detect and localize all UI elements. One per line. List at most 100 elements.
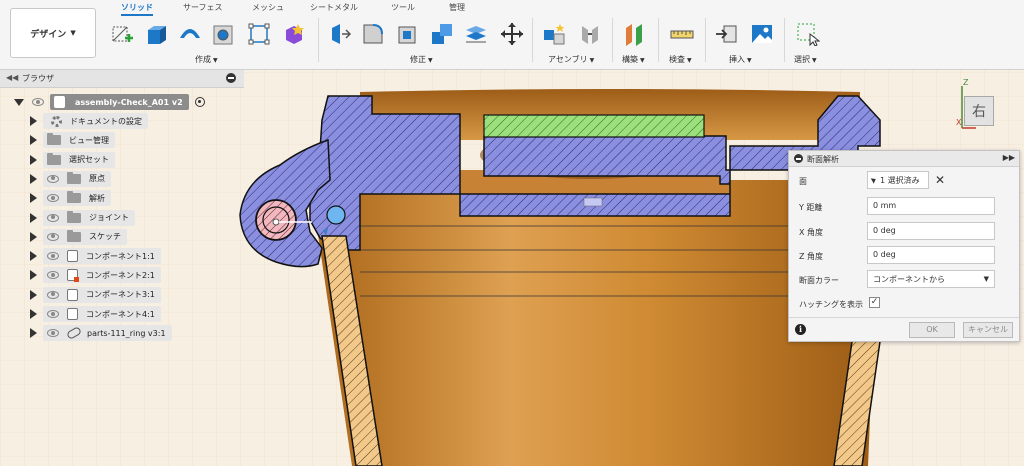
visibility-eye-icon[interactable]: [47, 290, 59, 299]
group-select[interactable]: 選択 ▼: [794, 54, 817, 65]
toolbar-separator: [612, 18, 613, 62]
collapse-triangle-icon[interactable]: [14, 98, 24, 106]
tree-item[interactable]: コンポーネント1:1: [30, 247, 161, 265]
visibility-eye-icon[interactable]: [47, 194, 59, 203]
tree-item[interactable]: スケッチ: [30, 228, 127, 246]
group-assemble[interactable]: アセンブリ ▼: [548, 54, 594, 65]
visibility-eye-icon[interactable]: [47, 271, 59, 280]
tab-manage[interactable]: 管理: [449, 2, 465, 13]
expand-triangle-icon[interactable]: [30, 212, 37, 223]
split-body-icon[interactable]: [464, 22, 488, 46]
group-create[interactable]: 作成 ▼: [195, 54, 218, 65]
axis-x-label: X: [956, 118, 962, 127]
revolve-icon[interactable]: [178, 22, 202, 46]
x-angle-input[interactable]: 0 deg: [867, 222, 995, 240]
visibility-eye-icon[interactable]: [47, 329, 59, 338]
create-sketch-icon[interactable]: [110, 22, 134, 46]
face-select-button[interactable]: 1 選択済み: [867, 171, 929, 189]
visibility-eye-icon[interactable]: [47, 252, 59, 261]
group-construct[interactable]: 構築 ▼: [622, 54, 645, 65]
press-pull-icon[interactable]: [328, 22, 352, 46]
group-insert[interactable]: 挿入 ▼: [729, 54, 752, 65]
expand-triangle-icon[interactable]: [30, 328, 37, 339]
tree-item[interactable]: ビュー管理: [30, 131, 115, 149]
visibility-eye-icon[interactable]: [47, 174, 59, 183]
visibility-eye-icon[interactable]: [47, 232, 59, 241]
expand-triangle-icon[interactable]: [30, 173, 37, 184]
visibility-eye-icon[interactable]: [47, 310, 59, 318]
tree-item[interactable]: コンポーネント2:1: [30, 266, 161, 284]
clear-selection-icon[interactable]: ✕: [935, 173, 945, 187]
collapse-panel-icon[interactable]: ◀◀: [6, 73, 18, 82]
expand-dialog-icon[interactable]: ▶▶: [1003, 153, 1015, 162]
group-modify[interactable]: 修正 ▼: [410, 54, 433, 65]
shell-icon[interactable]: [396, 22, 420, 46]
tree-item[interactable]: 解析: [30, 189, 111, 207]
tab-surface[interactable]: サーフェス: [183, 2, 223, 13]
tree-item[interactable]: ドキュメントの設定: [30, 112, 148, 130]
folder-icon: [47, 133, 61, 146]
tree-item[interactable]: コンポーネント3:1: [30, 286, 161, 304]
insert-image-icon[interactable]: [750, 22, 774, 46]
extrude-icon[interactable]: [144, 22, 168, 46]
tree-item[interactable]: 原点: [30, 170, 111, 188]
tab-sheet-metal[interactable]: シートメタル: [310, 2, 358, 13]
expand-triangle-icon[interactable]: [30, 154, 37, 165]
tab-tools[interactable]: ツール: [391, 2, 415, 13]
group-inspect[interactable]: 検査 ▼: [669, 54, 692, 65]
hole-icon[interactable]: [212, 22, 236, 46]
workspace-switcher[interactable]: デザイン ▼: [10, 8, 96, 58]
root-label: assembly-Check_A01 v2: [75, 97, 183, 107]
tree-item-label: 解析: [89, 193, 105, 203]
expand-triangle-icon[interactable]: [30, 193, 37, 204]
expand-triangle-icon[interactable]: [30, 135, 37, 146]
component-icon: [67, 288, 78, 301]
cancel-button[interactable]: キャンセル: [963, 322, 1013, 338]
select-icon[interactable]: [796, 22, 820, 46]
activate-radio-icon[interactable]: [194, 97, 205, 107]
expand-triangle-icon[interactable]: [30, 270, 37, 281]
show-hatch-checkbox[interactable]: ✓: [869, 297, 880, 308]
tree-item[interactable]: ジョイント: [30, 209, 135, 227]
joint-icon[interactable]: [578, 22, 602, 46]
pattern-icon[interactable]: [247, 22, 271, 46]
fillet-icon[interactable]: [361, 22, 385, 46]
info-icon[interactable]: i: [795, 324, 806, 335]
tab-mesh[interactable]: メッシュ: [252, 2, 284, 13]
tab-solid[interactable]: ソリッド: [121, 2, 153, 16]
y-distance-label: Y 距離: [799, 203, 823, 212]
folder-icon: [67, 210, 81, 223]
expand-triangle-icon[interactable]: [30, 309, 37, 319]
offset-plane-icon[interactable]: [622, 22, 646, 46]
component-icon: [67, 250, 78, 263]
view-cube[interactable]: Z X 右: [946, 72, 1016, 142]
tree-item[interactable]: コンポーネント4:1: [30, 305, 161, 323]
move-icon[interactable]: [500, 22, 524, 46]
create-form-icon[interactable]: [282, 22, 306, 46]
cube-face-right[interactable]: 右: [964, 96, 994, 126]
expand-triangle-icon[interactable]: [30, 289, 37, 300]
minimize-panel-icon[interactable]: [226, 73, 236, 83]
tree-item[interactable]: parts-111_ring v3:1: [30, 324, 172, 342]
tree-item-label: ドキュメントの設定: [70, 116, 142, 126]
y-distance-input[interactable]: 0 mm: [867, 197, 995, 215]
ok-button[interactable]: OK: [909, 322, 955, 338]
measure-icon[interactable]: [670, 22, 694, 46]
new-component-icon[interactable]: [542, 22, 566, 46]
expand-triangle-icon[interactable]: [30, 116, 37, 126]
visibility-eye-icon[interactable]: [32, 98, 44, 106]
visibility-eye-icon[interactable]: [47, 213, 59, 222]
insert-derive-icon[interactable]: [714, 22, 738, 46]
minimize-dialog-icon[interactable]: [794, 154, 803, 163]
folder-icon: [67, 191, 81, 204]
tree-item-label: コンポーネント3:1: [86, 290, 155, 300]
tree-item[interactable]: 選択セット: [30, 151, 115, 169]
tree-item-label: ビュー管理: [69, 135, 109, 145]
section-color-select[interactable]: コンポーネントから ▼: [867, 270, 995, 288]
z-angle-input[interactable]: 0 deg: [867, 246, 995, 264]
tree-root[interactable]: assembly-Check_A01 v2: [14, 93, 205, 111]
expand-triangle-icon[interactable]: [30, 231, 37, 242]
combine-icon[interactable]: [430, 22, 454, 46]
expand-triangle-icon[interactable]: [30, 251, 37, 262]
dialog-header: 断面解析 ▶▶: [789, 151, 1019, 167]
